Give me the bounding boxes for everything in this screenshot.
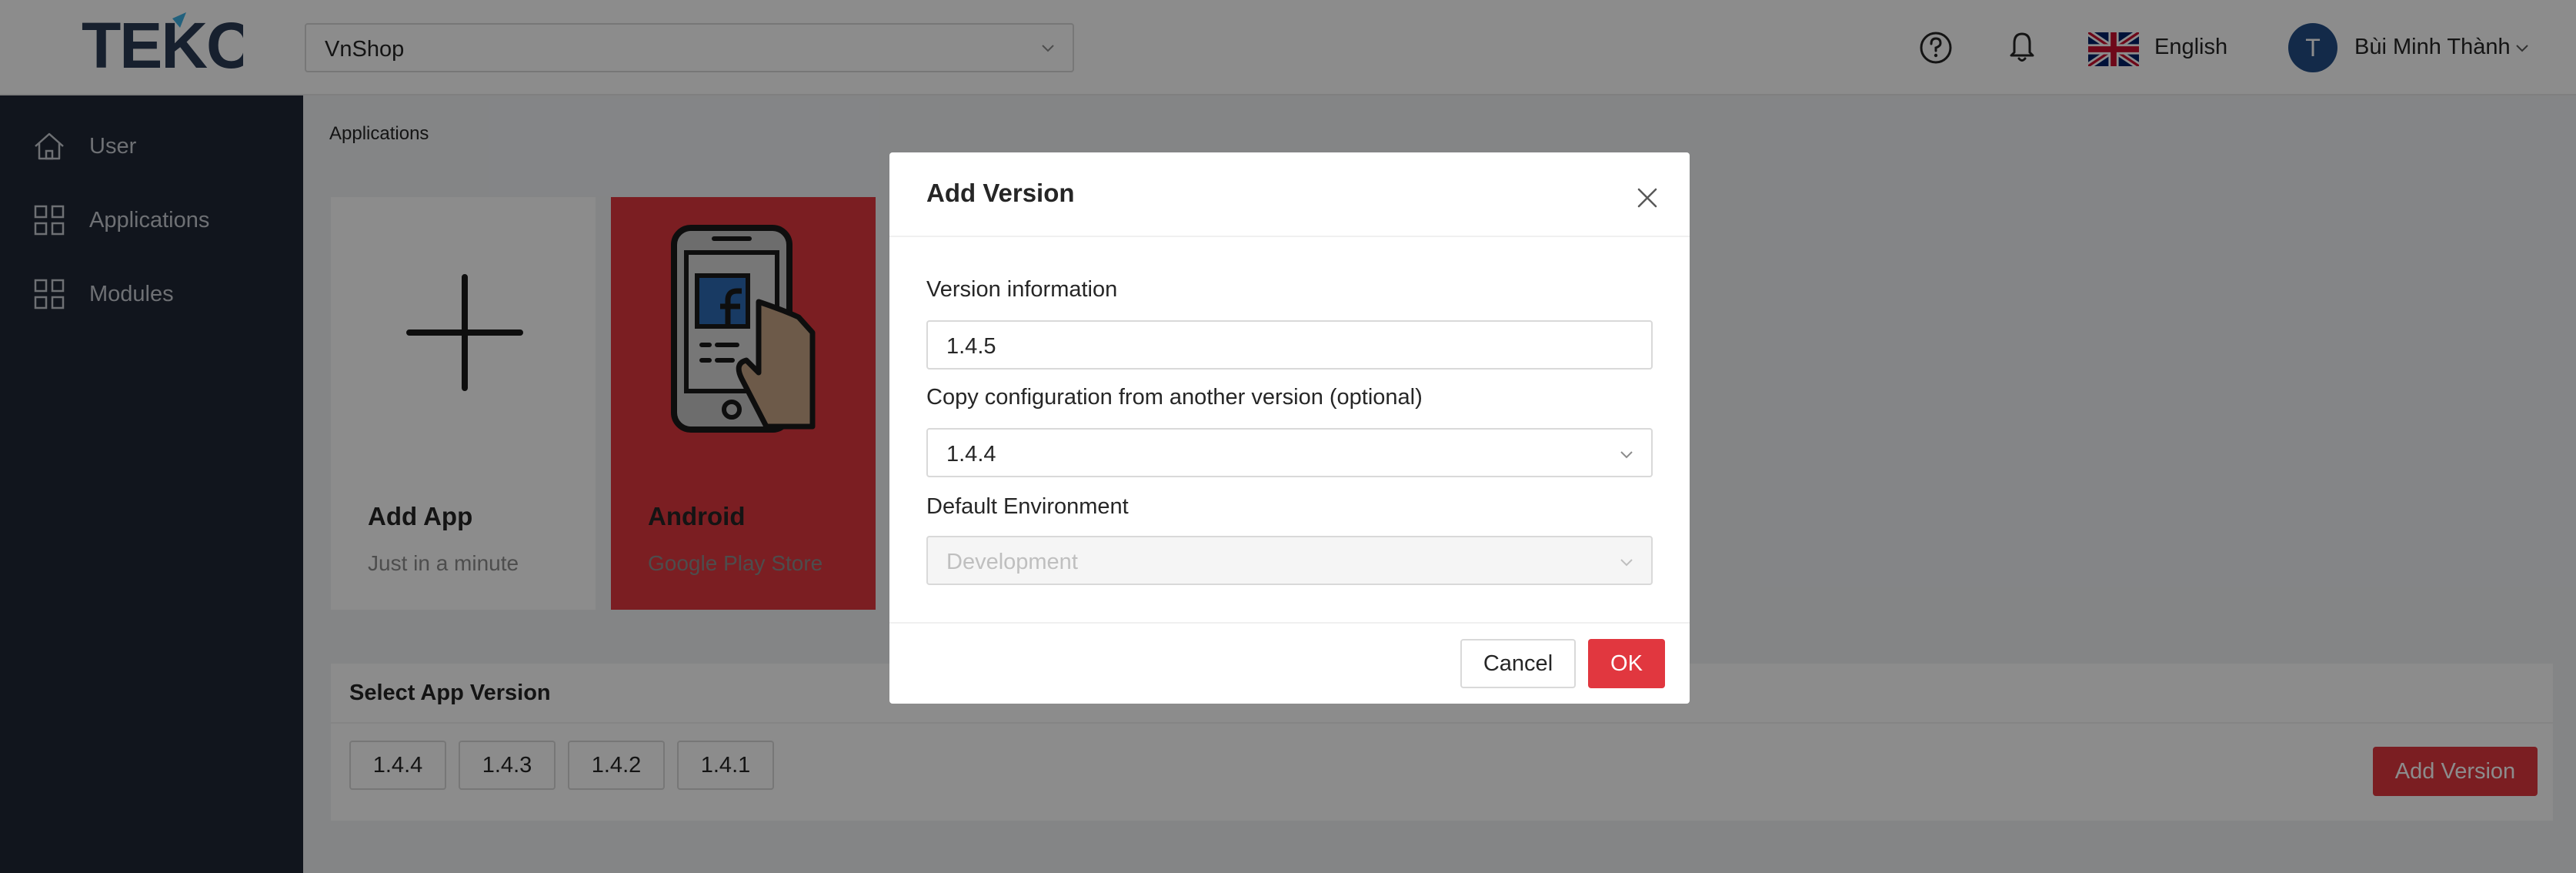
- ok-button[interactable]: OK: [1588, 639, 1665, 688]
- copy-config-label: Copy configuration from another version …: [926, 385, 1423, 410]
- default-env-label: Default Environment: [926, 494, 1129, 519]
- divider: [889, 236, 1690, 237]
- chevron-down-icon: [1620, 559, 1633, 567]
- default-env-value: Development: [946, 550, 1078, 574]
- cancel-button[interactable]: Cancel: [1460, 639, 1576, 688]
- copy-config-value: 1.4.4: [946, 442, 996, 467]
- divider: [889, 622, 1690, 624]
- version-info-label: Version information: [926, 277, 1118, 302]
- chevron-down-icon: [1620, 451, 1633, 459]
- version-info-value: 1.4.5: [946, 334, 996, 359]
- modal-title: Add Version: [926, 179, 1075, 207]
- copy-config-select[interactable]: 1.4.4: [926, 428, 1653, 477]
- close-icon[interactable]: [1634, 185, 1660, 211]
- add-version-modal: Add Version Version information 1.4.5 Co…: [889, 152, 1690, 704]
- default-env-select: Development: [926, 536, 1653, 585]
- version-info-input[interactable]: 1.4.5: [926, 320, 1653, 370]
